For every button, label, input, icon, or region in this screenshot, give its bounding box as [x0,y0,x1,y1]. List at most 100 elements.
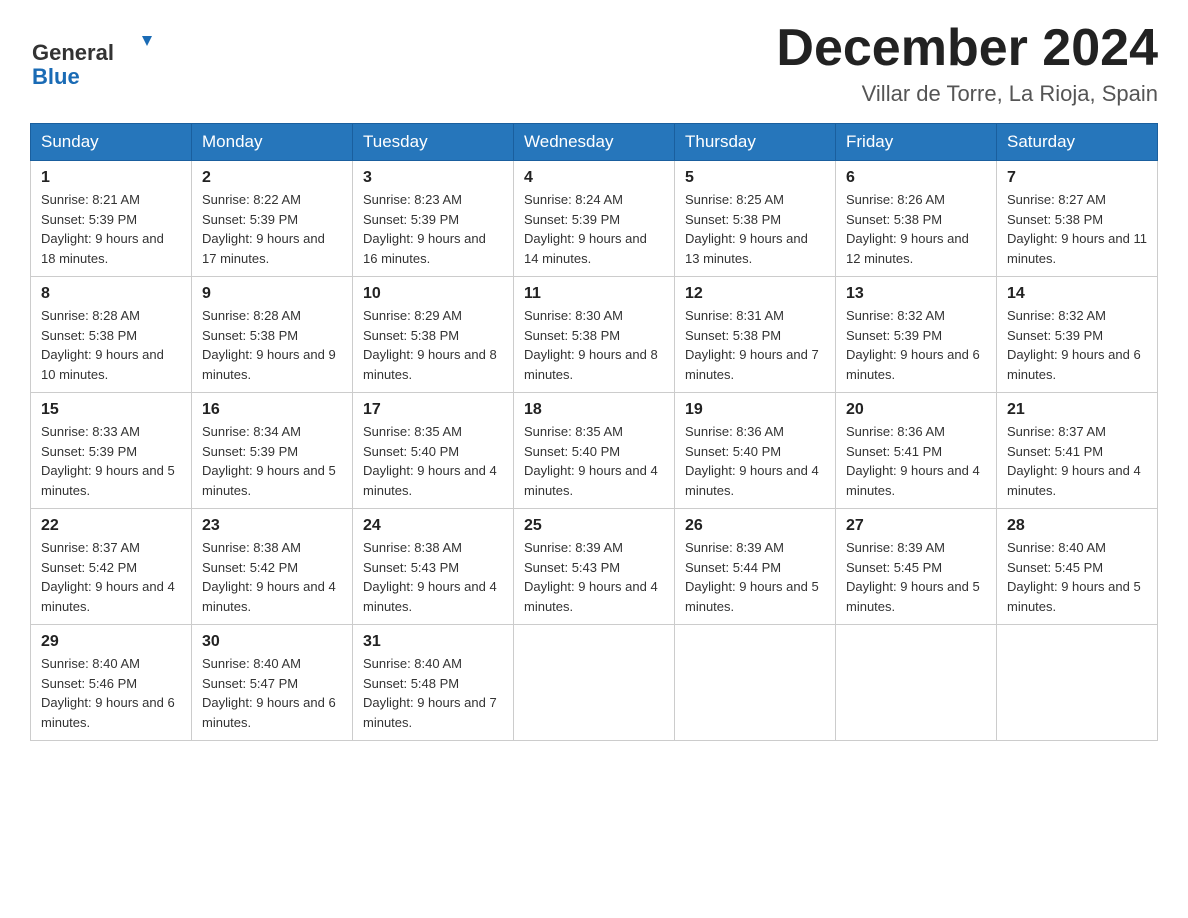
calendar-cell: 27 Sunrise: 8:39 AMSunset: 5:45 PMDaylig… [836,509,997,625]
month-title: December 2024 [776,20,1158,77]
day-info: Sunrise: 8:38 AMSunset: 5:43 PMDaylight:… [363,540,497,614]
svg-text:General: General [32,40,114,65]
title-area: December 2024 Villar de Torre, La Rioja,… [776,20,1158,107]
day-info: Sunrise: 8:23 AMSunset: 5:39 PMDaylight:… [363,192,486,266]
day-info: Sunrise: 8:29 AMSunset: 5:38 PMDaylight:… [363,308,497,382]
logo: General Blue [30,28,160,88]
header-wednesday: Wednesday [514,124,675,161]
day-number: 12 [685,285,825,303]
day-info: Sunrise: 8:39 AMSunset: 5:45 PMDaylight:… [846,540,980,614]
day-number: 9 [202,285,342,303]
calendar-cell: 31 Sunrise: 8:40 AMSunset: 5:48 PMDaylig… [353,625,514,741]
day-info: Sunrise: 8:37 AMSunset: 5:42 PMDaylight:… [41,540,175,614]
day-number: 21 [1007,401,1147,419]
calendar-cell: 22 Sunrise: 8:37 AMSunset: 5:42 PMDaylig… [31,509,192,625]
day-number: 4 [524,169,664,187]
header-sunday: Sunday [31,124,192,161]
day-number: 31 [363,633,503,651]
calendar-cell: 20 Sunrise: 8:36 AMSunset: 5:41 PMDaylig… [836,393,997,509]
day-info: Sunrise: 8:40 AMSunset: 5:48 PMDaylight:… [363,656,497,730]
week-row-4: 22 Sunrise: 8:37 AMSunset: 5:42 PMDaylig… [31,509,1158,625]
calendar-cell [675,625,836,741]
day-info: Sunrise: 8:34 AMSunset: 5:39 PMDaylight:… [202,424,336,498]
day-info: Sunrise: 8:35 AMSunset: 5:40 PMDaylight:… [363,424,497,498]
calendar-cell: 16 Sunrise: 8:34 AMSunset: 5:39 PMDaylig… [192,393,353,509]
calendar-cell: 23 Sunrise: 8:38 AMSunset: 5:42 PMDaylig… [192,509,353,625]
day-info: Sunrise: 8:40 AMSunset: 5:47 PMDaylight:… [202,656,336,730]
day-info: Sunrise: 8:28 AMSunset: 5:38 PMDaylight:… [41,308,164,382]
header-thursday: Thursday [675,124,836,161]
day-number: 20 [846,401,986,419]
day-info: Sunrise: 8:40 AMSunset: 5:45 PMDaylight:… [1007,540,1141,614]
location-title: Villar de Torre, La Rioja, Spain [776,81,1158,107]
day-number: 1 [41,169,181,187]
day-number: 22 [41,517,181,535]
week-row-2: 8 Sunrise: 8:28 AMSunset: 5:38 PMDayligh… [31,277,1158,393]
day-number: 28 [1007,517,1147,535]
header-saturday: Saturday [997,124,1158,161]
calendar-cell: 17 Sunrise: 8:35 AMSunset: 5:40 PMDaylig… [353,393,514,509]
day-number: 25 [524,517,664,535]
header-friday: Friday [836,124,997,161]
day-info: Sunrise: 8:33 AMSunset: 5:39 PMDaylight:… [41,424,175,498]
day-number: 23 [202,517,342,535]
calendar-cell: 21 Sunrise: 8:37 AMSunset: 5:41 PMDaylig… [997,393,1158,509]
header-tuesday: Tuesday [353,124,514,161]
day-number: 8 [41,285,181,303]
calendar-cell: 6 Sunrise: 8:26 AMSunset: 5:38 PMDayligh… [836,161,997,277]
day-number: 13 [846,285,986,303]
day-number: 17 [363,401,503,419]
calendar-table: SundayMondayTuesdayWednesdayThursdayFrid… [30,123,1158,741]
calendar-cell: 18 Sunrise: 8:35 AMSunset: 5:40 PMDaylig… [514,393,675,509]
day-info: Sunrise: 8:40 AMSunset: 5:46 PMDaylight:… [41,656,175,730]
calendar-cell [836,625,997,741]
day-number: 7 [1007,169,1147,187]
calendar-cell: 14 Sunrise: 8:32 AMSunset: 5:39 PMDaylig… [997,277,1158,393]
day-number: 29 [41,633,181,651]
calendar-cell [997,625,1158,741]
day-number: 18 [524,401,664,419]
calendar-cell: 8 Sunrise: 8:28 AMSunset: 5:38 PMDayligh… [31,277,192,393]
day-info: Sunrise: 8:31 AMSunset: 5:38 PMDaylight:… [685,308,819,382]
day-info: Sunrise: 8:36 AMSunset: 5:40 PMDaylight:… [685,424,819,498]
calendar-header-row: SundayMondayTuesdayWednesdayThursdayFrid… [31,124,1158,161]
day-info: Sunrise: 8:27 AMSunset: 5:38 PMDaylight:… [1007,192,1147,266]
calendar-cell: 4 Sunrise: 8:24 AMSunset: 5:39 PMDayligh… [514,161,675,277]
day-info: Sunrise: 8:39 AMSunset: 5:44 PMDaylight:… [685,540,819,614]
calendar-cell: 9 Sunrise: 8:28 AMSunset: 5:38 PMDayligh… [192,277,353,393]
day-info: Sunrise: 8:36 AMSunset: 5:41 PMDaylight:… [846,424,980,498]
day-number: 3 [363,169,503,187]
day-info: Sunrise: 8:39 AMSunset: 5:43 PMDaylight:… [524,540,658,614]
day-number: 10 [363,285,503,303]
calendar-cell: 11 Sunrise: 8:30 AMSunset: 5:38 PMDaylig… [514,277,675,393]
day-info: Sunrise: 8:26 AMSunset: 5:38 PMDaylight:… [846,192,969,266]
day-number: 30 [202,633,342,651]
day-info: Sunrise: 8:24 AMSunset: 5:39 PMDaylight:… [524,192,647,266]
header-monday: Monday [192,124,353,161]
day-number: 6 [846,169,986,187]
day-number: 15 [41,401,181,419]
day-info: Sunrise: 8:35 AMSunset: 5:40 PMDaylight:… [524,424,658,498]
day-info: Sunrise: 8:21 AMSunset: 5:39 PMDaylight:… [41,192,164,266]
calendar-cell: 13 Sunrise: 8:32 AMSunset: 5:39 PMDaylig… [836,277,997,393]
day-info: Sunrise: 8:22 AMSunset: 5:39 PMDaylight:… [202,192,325,266]
day-info: Sunrise: 8:28 AMSunset: 5:38 PMDaylight:… [202,308,336,382]
day-number: 16 [202,401,342,419]
day-number: 27 [846,517,986,535]
calendar-cell: 1 Sunrise: 8:21 AMSunset: 5:39 PMDayligh… [31,161,192,277]
calendar-cell: 15 Sunrise: 8:33 AMSunset: 5:39 PMDaylig… [31,393,192,509]
week-row-1: 1 Sunrise: 8:21 AMSunset: 5:39 PMDayligh… [31,161,1158,277]
day-info: Sunrise: 8:30 AMSunset: 5:38 PMDaylight:… [524,308,658,382]
day-number: 19 [685,401,825,419]
day-number: 5 [685,169,825,187]
calendar-cell [514,625,675,741]
day-info: Sunrise: 8:37 AMSunset: 5:41 PMDaylight:… [1007,424,1141,498]
day-info: Sunrise: 8:32 AMSunset: 5:39 PMDaylight:… [846,308,980,382]
calendar-cell: 2 Sunrise: 8:22 AMSunset: 5:39 PMDayligh… [192,161,353,277]
day-number: 11 [524,285,664,303]
calendar-cell: 29 Sunrise: 8:40 AMSunset: 5:46 PMDaylig… [31,625,192,741]
calendar-cell: 12 Sunrise: 8:31 AMSunset: 5:38 PMDaylig… [675,277,836,393]
svg-text:Blue: Blue [32,64,80,88]
day-info: Sunrise: 8:38 AMSunset: 5:42 PMDaylight:… [202,540,336,614]
calendar-cell: 5 Sunrise: 8:25 AMSunset: 5:38 PMDayligh… [675,161,836,277]
